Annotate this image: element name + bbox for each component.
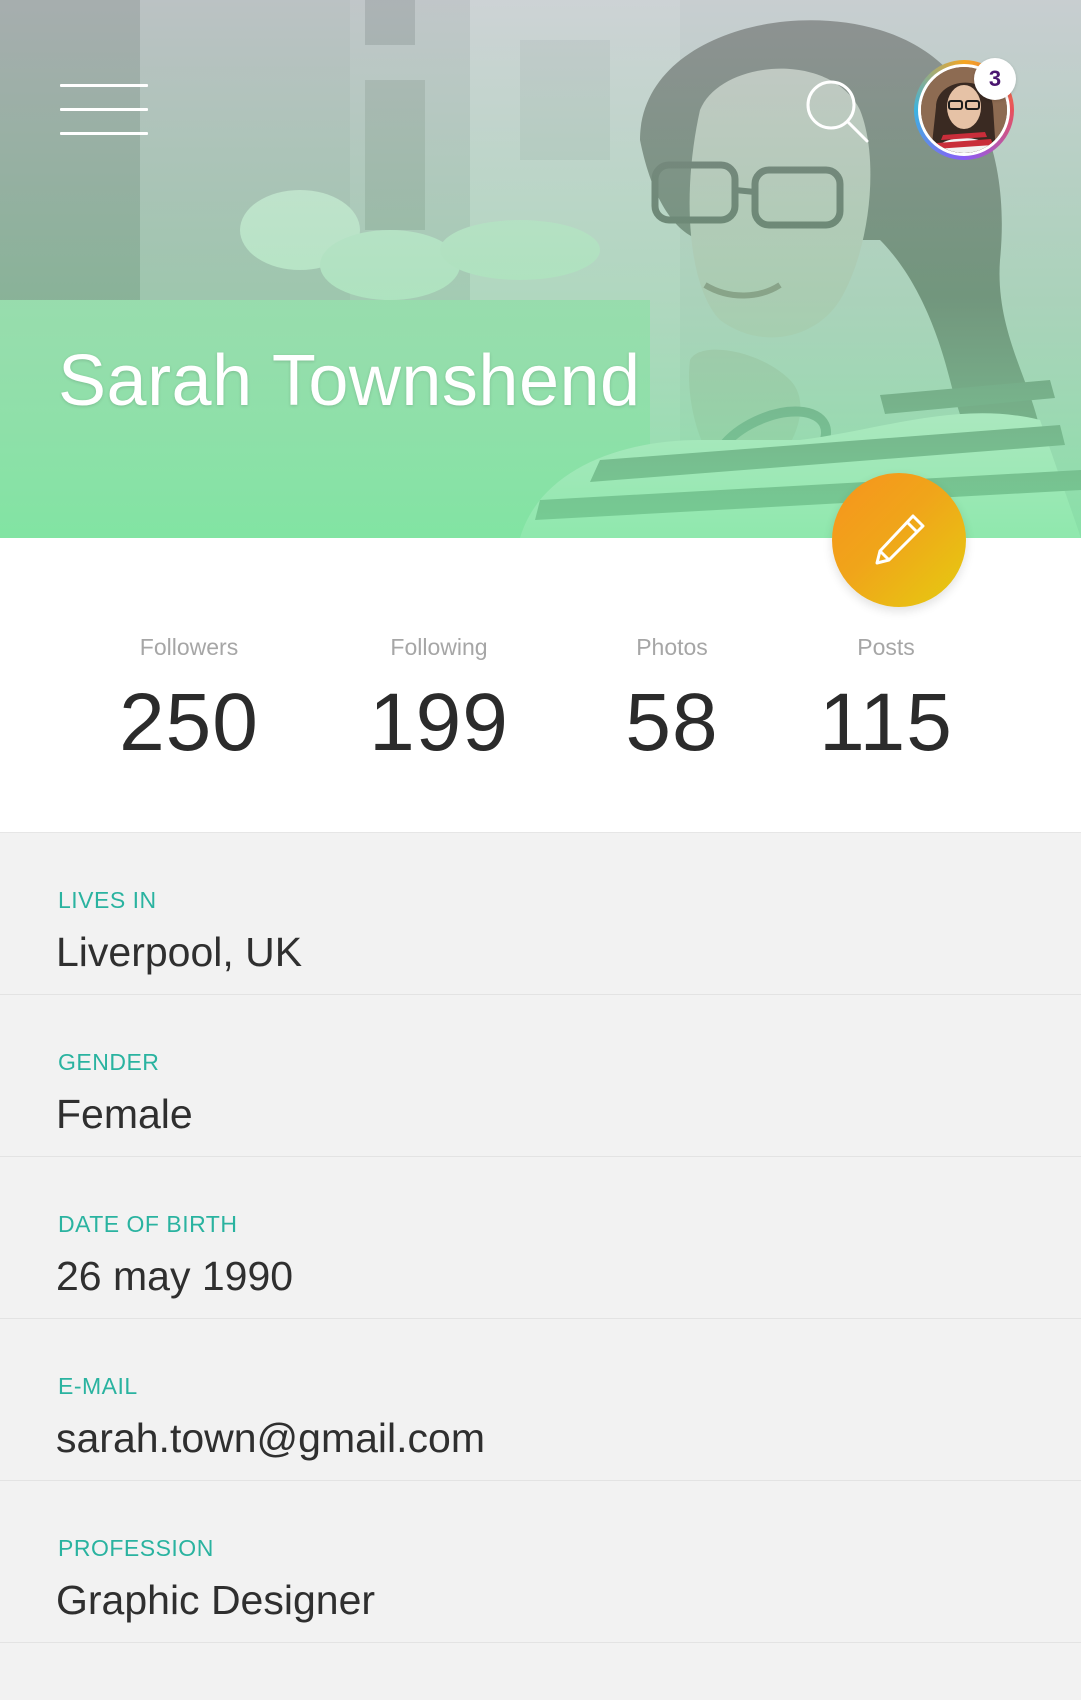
profile-screen: 3 Sarah Townshend Followers 250 Followin… (0, 0, 1081, 1700)
stat-value: 58 (625, 677, 719, 768)
search-icon (806, 80, 869, 143)
stat-label: Posts (857, 634, 915, 660)
stat-label: Photos (636, 634, 708, 660)
stat-value: 250 (119, 677, 259, 768)
detail-label: PROFESSION (58, 1535, 214, 1561)
profile-name: Sarah Townshend (58, 341, 641, 421)
menu-bar (60, 84, 148, 87)
detail-gender: GENDER Female (0, 995, 1081, 1157)
detail-value: 26 may 1990 (56, 1253, 294, 1299)
detail-label: GENDER (58, 1049, 160, 1075)
edit-profile-button[interactable] (832, 473, 966, 607)
menu-bar (60, 132, 148, 135)
menu-button[interactable] (60, 84, 150, 136)
stat-value: 115 (819, 677, 953, 768)
detail-value: Female (56, 1091, 193, 1137)
detail-label: DATE OF BIRTH (58, 1211, 238, 1237)
detail-value: Liverpool, UK (56, 929, 303, 975)
detail-lives-in: LIVES IN Liverpool, UK (0, 833, 1081, 995)
search-button[interactable] (804, 78, 870, 144)
detail-date-of-birth: DATE OF BIRTH 26 may 1990 (0, 1157, 1081, 1319)
stat-label: Following (390, 634, 488, 660)
stat-value: 199 (369, 677, 509, 768)
profile-details: LIVES IN Liverpool, UK GENDER Female DAT… (0, 833, 1081, 1643)
detail-value: Graphic Designer (56, 1577, 376, 1623)
profile-header: 3 Sarah Townshend (0, 0, 1081, 538)
detail-label: LIVES IN (58, 887, 157, 913)
detail-email: E-MAIL sarah.town@gmail.com (0, 1319, 1081, 1481)
detail-profession: PROFESSION Graphic Designer (0, 1481, 1081, 1643)
pencil-icon (875, 514, 925, 565)
stat-label: Followers (139, 634, 239, 660)
user-avatar-button[interactable]: 3 (914, 58, 1016, 160)
detail-value: sarah.town@gmail.com (56, 1415, 485, 1461)
detail-label: E-MAIL (58, 1373, 138, 1399)
menu-bar (60, 108, 148, 111)
notification-badge: 3 (974, 58, 1016, 100)
